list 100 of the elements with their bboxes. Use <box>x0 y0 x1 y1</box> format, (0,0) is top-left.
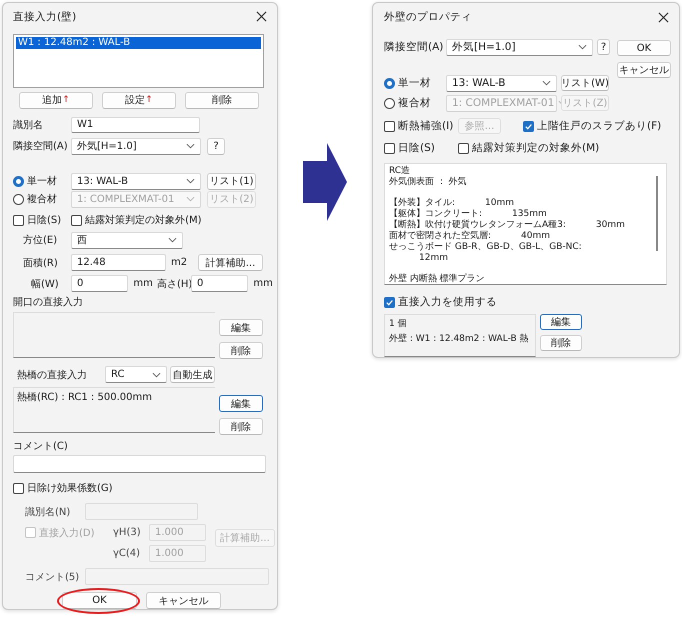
radio-button[interactable] <box>13 176 24 187</box>
ok-button[interactable]: OK <box>62 592 137 609</box>
calculate-button[interactable]: 計算補助... <box>198 254 263 272</box>
checkbox[interactable] <box>71 214 82 226</box>
dropdown[interactable]: 13: WAL-B <box>71 172 201 190</box>
checkbox-label: 日陰(S) <box>398 141 435 155</box>
comment-field[interactable] <box>13 455 266 473</box>
thermal-bridge-list[interactable]: 熱橋(RC) : RC1 : 500.00mm <box>13 387 215 434</box>
unit-label: m2 <box>171 257 188 268</box>
checkbox-label: 断熱補強(I) <box>398 119 454 133</box>
button[interactable]: 削除 <box>185 92 259 109</box>
checkbox-label: 結露対策判定の対象外(M) <box>85 214 202 228</box>
field-label: 識別名 <box>13 118 44 132</box>
spec-text: RC造 <box>389 166 410 176</box>
field-label: 熱橋の直接入力 <box>16 368 88 382</box>
text-field[interactable]: 0 <box>71 275 128 292</box>
text-field[interactable]: W1 <box>71 116 200 133</box>
dialog-title: 外壁のプロパティ <box>384 10 472 24</box>
dropdown[interactable]: 外気[H=1.0] <box>446 38 594 56</box>
opening-list[interactable] <box>13 312 215 358</box>
checkbox[interactable] <box>13 214 24 226</box>
spec-text: 外壁 内断熱 標準プラン <box>389 274 485 285</box>
checkbox[interactable] <box>458 142 469 154</box>
checkbox-label: 日除け効果係数(G) <box>27 482 113 495</box>
text-field[interactable]: 12.48 <box>71 254 166 272</box>
right-arrow-icon <box>303 143 347 221</box>
spec-value: 40mm <box>521 231 550 242</box>
field-label: 幅(W) <box>30 278 60 291</box>
help-button[interactable]: ? <box>207 138 225 155</box>
field-label: コメント(C) <box>13 440 69 452</box>
unit-label: mm <box>253 278 274 290</box>
button[interactable]: 編集 <box>540 314 582 330</box>
list-item[interactable]: 熱橋(RC) : RC1 : 500.00mm <box>14 388 215 406</box>
spec-text: 【躯体】コンクリート: <box>389 209 482 220</box>
button[interactable]: 追加↑ <box>19 92 93 109</box>
spec-text: 面材で密閉された空気層: <box>389 231 492 242</box>
spec-value: 30mm <box>596 220 625 231</box>
checkbox-label: 上階住戸のスラブあり(F) <box>537 119 662 133</box>
list-text: 1 個 <box>389 318 408 331</box>
radio-label: 単一材 <box>398 76 431 90</box>
checkbox[interactable] <box>384 142 395 154</box>
button[interactable]: 設定↑ <box>102 92 176 109</box>
field-label: 面積(R) <box>22 256 59 270</box>
help-button[interactable]: ? <box>597 39 610 55</box>
field-label: γC(4) <box>113 548 142 559</box>
cancel-button[interactable]: キャンセル <box>146 592 221 609</box>
radio-button[interactable] <box>384 78 395 88</box>
list-button[interactable]: リスト(1) <box>207 172 256 190</box>
button[interactable]: 編集 <box>219 395 263 412</box>
field-label: 隣接空間(A) <box>384 40 444 54</box>
checkbox-label: 直接入力(D) <box>39 526 95 540</box>
checkbox[interactable] <box>384 296 395 308</box>
checkbox-label: 結露対策判定の対象外(M) <box>472 141 600 155</box>
spec-text: 【断熱】吹付け硬質ウレタンフォームA種3: <box>389 220 566 230</box>
spec-text: せっこうボード GB-R、GB-D、GB-L、GB-NC: <box>389 242 582 253</box>
spec-value: 12mm <box>419 253 448 264</box>
ok-button[interactable]: OK <box>617 40 671 56</box>
checkbox[interactable] <box>384 120 395 132</box>
list-text: 外壁 : W1 : 12.48m2 : WAL-B 熱 <box>389 332 530 346</box>
spec-value: 135mm <box>512 209 547 220</box>
button[interactable]: 削除 <box>540 335 582 351</box>
dropdown[interactable]: 13: WAL-B <box>446 74 557 92</box>
field-label: 識別名(N) <box>24 506 72 518</box>
list-button[interactable]: リスト(W) <box>561 75 609 91</box>
button[interactable]: 編集 <box>219 319 263 336</box>
field-label: γH(3) <box>113 527 142 538</box>
spec-text-area[interactable]: RC造 外気側表面 ： 外気 【外装】タイル: 10mm 【躯体】コンクリート: 135mm 【断熱】吹付け硬質ウレタンフォームA種3: 30mm 面材で密閉された空気層: 40mm せっこうボード GB-R、GB-D、GB-L、GB-NC: 12mm 外壁 内断熱 標準プラン <box>384 163 667 285</box>
dropdown[interactable]: 西 <box>71 232 183 249</box>
auto-generate-button[interactable]: 自動生成 <box>170 366 215 384</box>
caret-icon <box>168 237 177 244</box>
button[interactable]: 削除 <box>219 418 263 436</box>
list-item[interactable]: W1 : 12.48m2 : WAL-B <box>16 37 261 50</box>
field-label: 隣接空間(A) <box>13 140 69 154</box>
close-icon[interactable] <box>256 11 267 22</box>
spec-value: 10mm <box>485 198 514 209</box>
list-box[interactable]: W1 : 12.48m2 : WAL-B <box>13 34 264 88</box>
direct-input-list[interactable]: 1 個 外壁 : W1 : 12.48m2 : WAL-B 熱 <box>384 314 536 357</box>
dropdown[interactable]: RC <box>105 366 167 384</box>
radio-label: 複合材 <box>27 192 57 206</box>
spec-text: 外気側表面 ： 外気 <box>389 177 467 188</box>
checkbox[interactable] <box>523 120 534 132</box>
text-field[interactable]: 0 <box>191 275 248 292</box>
checkbox-label: 日陰(S) <box>27 214 62 228</box>
radio-label: 複合材 <box>398 96 431 110</box>
button[interactable]: 削除 <box>219 342 263 360</box>
unit-label: mm <box>133 278 154 290</box>
field-label: 高さ(H) <box>157 278 191 291</box>
cancel-button[interactable]: キャンセル <box>617 62 671 78</box>
dropdown[interactable]: 外気[H=1.0] <box>71 138 201 155</box>
radio-label: 単一材 <box>27 174 57 188</box>
checkbox-label: 直接入力を使用する <box>398 295 497 309</box>
caret-icon <box>186 196 195 202</box>
section-title: 開口の直接入力 <box>13 296 84 308</box>
spec-text: 【外装】タイル: <box>389 198 456 208</box>
caret-icon <box>152 372 161 378</box>
caret-icon <box>186 143 195 150</box>
close-icon[interactable] <box>658 12 669 22</box>
scrollbar[interactable] <box>656 176 658 251</box>
dialog-title: 直接入力(壁) <box>13 10 76 24</box>
caret-icon <box>542 80 551 86</box>
